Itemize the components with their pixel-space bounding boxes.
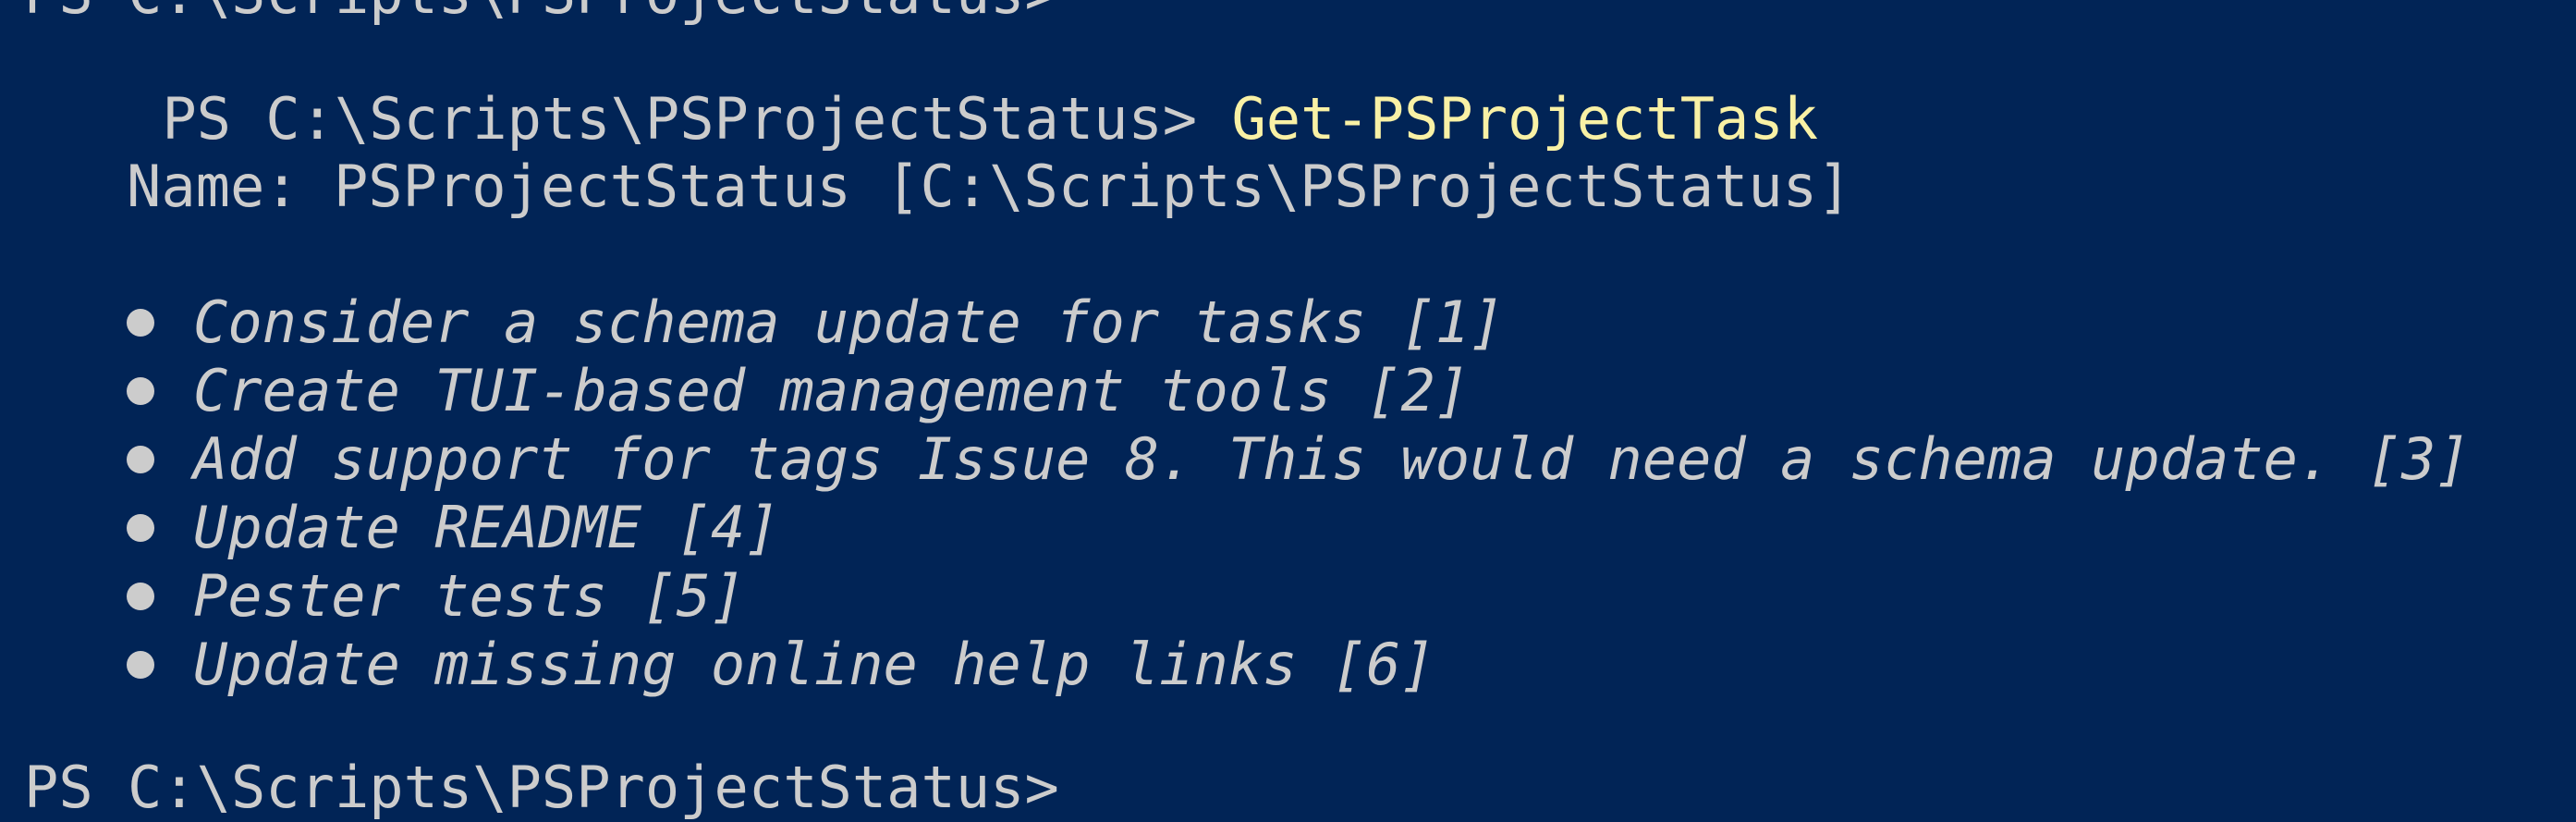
task-text: Update README [4] bbox=[193, 494, 780, 561]
task-item: Update missing online help links [6] bbox=[127, 631, 1435, 699]
prompt-text: PS C:\Scripts\PSProjectStatus> bbox=[162, 85, 1198, 153]
command-text: Get-PSProjectTask bbox=[1231, 85, 1819, 153]
task-text: Add support for tags Issue 8. This would… bbox=[193, 425, 2471, 493]
task-text: Consider a schema update for tasks [1] bbox=[193, 288, 1505, 356]
next-prompt-line: PS C:\Scripts\PSProjectStatus> bbox=[24, 754, 1059, 821]
task-text: Update missing online help links [6] bbox=[193, 631, 1435, 698]
task-text: Create TUI-based management tools [2] bbox=[193, 357, 1471, 424]
powershell-terminal[interactable]: PS C:\Scripts\PSProjectStatus> PS C:\Scr… bbox=[0, 0, 2576, 821]
task-item: Add support for tags Issue 8. This would… bbox=[127, 425, 2471, 494]
bullet-icon bbox=[127, 514, 154, 542]
project-name-line: Name: PSProjectStatus [C:\Scripts\PSProj… bbox=[127, 153, 1852, 220]
bullet-icon bbox=[127, 377, 154, 405]
bullet-icon bbox=[127, 583, 154, 610]
task-item: Update README [4] bbox=[127, 494, 780, 562]
command-line: PS C:\Scripts\PSProjectStatus> Get-PSPro… bbox=[24, 17, 1818, 153]
task-text: Pester tests [5] bbox=[193, 562, 746, 630]
task-item: Create TUI-based management tools [2] bbox=[127, 357, 1470, 425]
task-item: Consider a schema update for tasks [1] bbox=[127, 288, 1504, 357]
bullet-icon bbox=[127, 651, 154, 679]
bullet-icon bbox=[127, 446, 154, 473]
task-item: Pester tests [5] bbox=[127, 562, 745, 631]
bullet-icon bbox=[127, 309, 154, 337]
